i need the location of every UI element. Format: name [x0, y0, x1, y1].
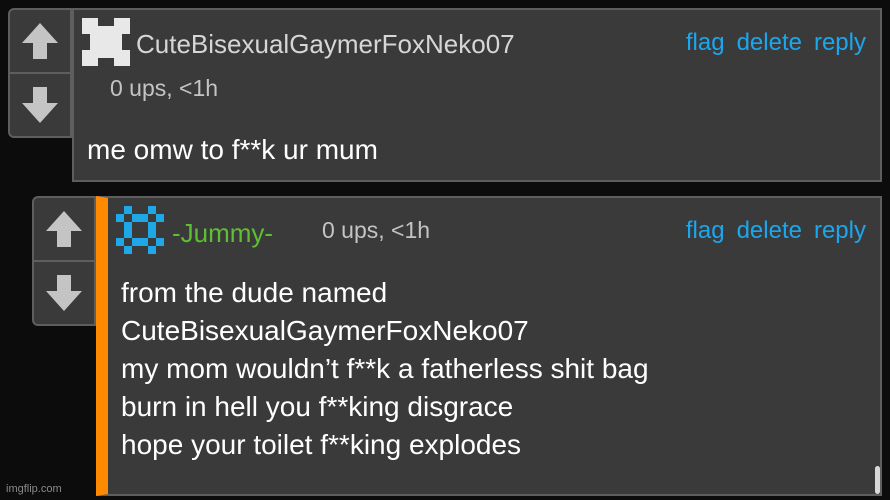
reply-link[interactable]: reply	[814, 219, 866, 243]
username-link[interactable]: -Jummy-	[172, 220, 273, 246]
vote-column	[32, 196, 96, 326]
comment-line: CuteBisexualGaymerFoxNeko07	[121, 315, 529, 346]
vote-column	[8, 8, 72, 138]
user-avatar-icon[interactable]	[116, 206, 164, 254]
flag-link[interactable]: flag	[686, 31, 725, 55]
username-link[interactable]: CuteBisexualGaymerFoxNeko07	[136, 31, 515, 57]
comment-meta: 0 ups, <1h	[322, 217, 431, 243]
delete-link[interactable]: delete	[737, 31, 802, 55]
comment-line: from the dude named	[121, 277, 388, 308]
comment-actions: flag delete reply	[686, 219, 866, 243]
reply-comment-card: -Jummy- 0 ups, <1h flag delete reply fro…	[96, 196, 882, 496]
scrollbar-thumb[interactable]	[875, 466, 880, 494]
down-arrow-icon	[22, 87, 58, 123]
comment-line: burn in hell you f**king disgrace	[121, 391, 514, 422]
comment-line: hope your toilet f**king explodes	[121, 429, 522, 460]
delete-link[interactable]: delete	[737, 219, 802, 243]
flag-link[interactable]: flag	[686, 219, 725, 243]
watermark: imgflip.com	[6, 483, 62, 495]
comment-body: from the dude named CuteBisexualGaymerFo…	[121, 274, 649, 464]
up-arrow-icon	[22, 23, 58, 59]
comment-line: me omw to f**k ur mum	[87, 134, 378, 165]
comment-card: CuteBisexualGaymerFoxNeko07 flag delete …	[72, 8, 882, 182]
downvote-button[interactable]	[10, 72, 70, 136]
down-arrow-icon	[46, 275, 82, 311]
comment-line: my mom wouldn’t f**k a fatherless shit b…	[121, 353, 649, 384]
comments-thread: CuteBisexualGaymerFoxNeko07 flag delete …	[0, 0, 890, 500]
comment-actions: flag delete reply	[686, 31, 866, 55]
reply-link[interactable]: reply	[814, 31, 866, 55]
upvote-button[interactable]	[10, 10, 70, 72]
comment-body: me omw to f**k ur mum	[87, 131, 378, 169]
downvote-button[interactable]	[34, 260, 94, 324]
user-avatar-icon[interactable]	[82, 18, 130, 66]
up-arrow-icon	[46, 211, 82, 247]
upvote-button[interactable]	[34, 198, 94, 260]
comment-meta: 0 ups, <1h	[110, 75, 219, 101]
